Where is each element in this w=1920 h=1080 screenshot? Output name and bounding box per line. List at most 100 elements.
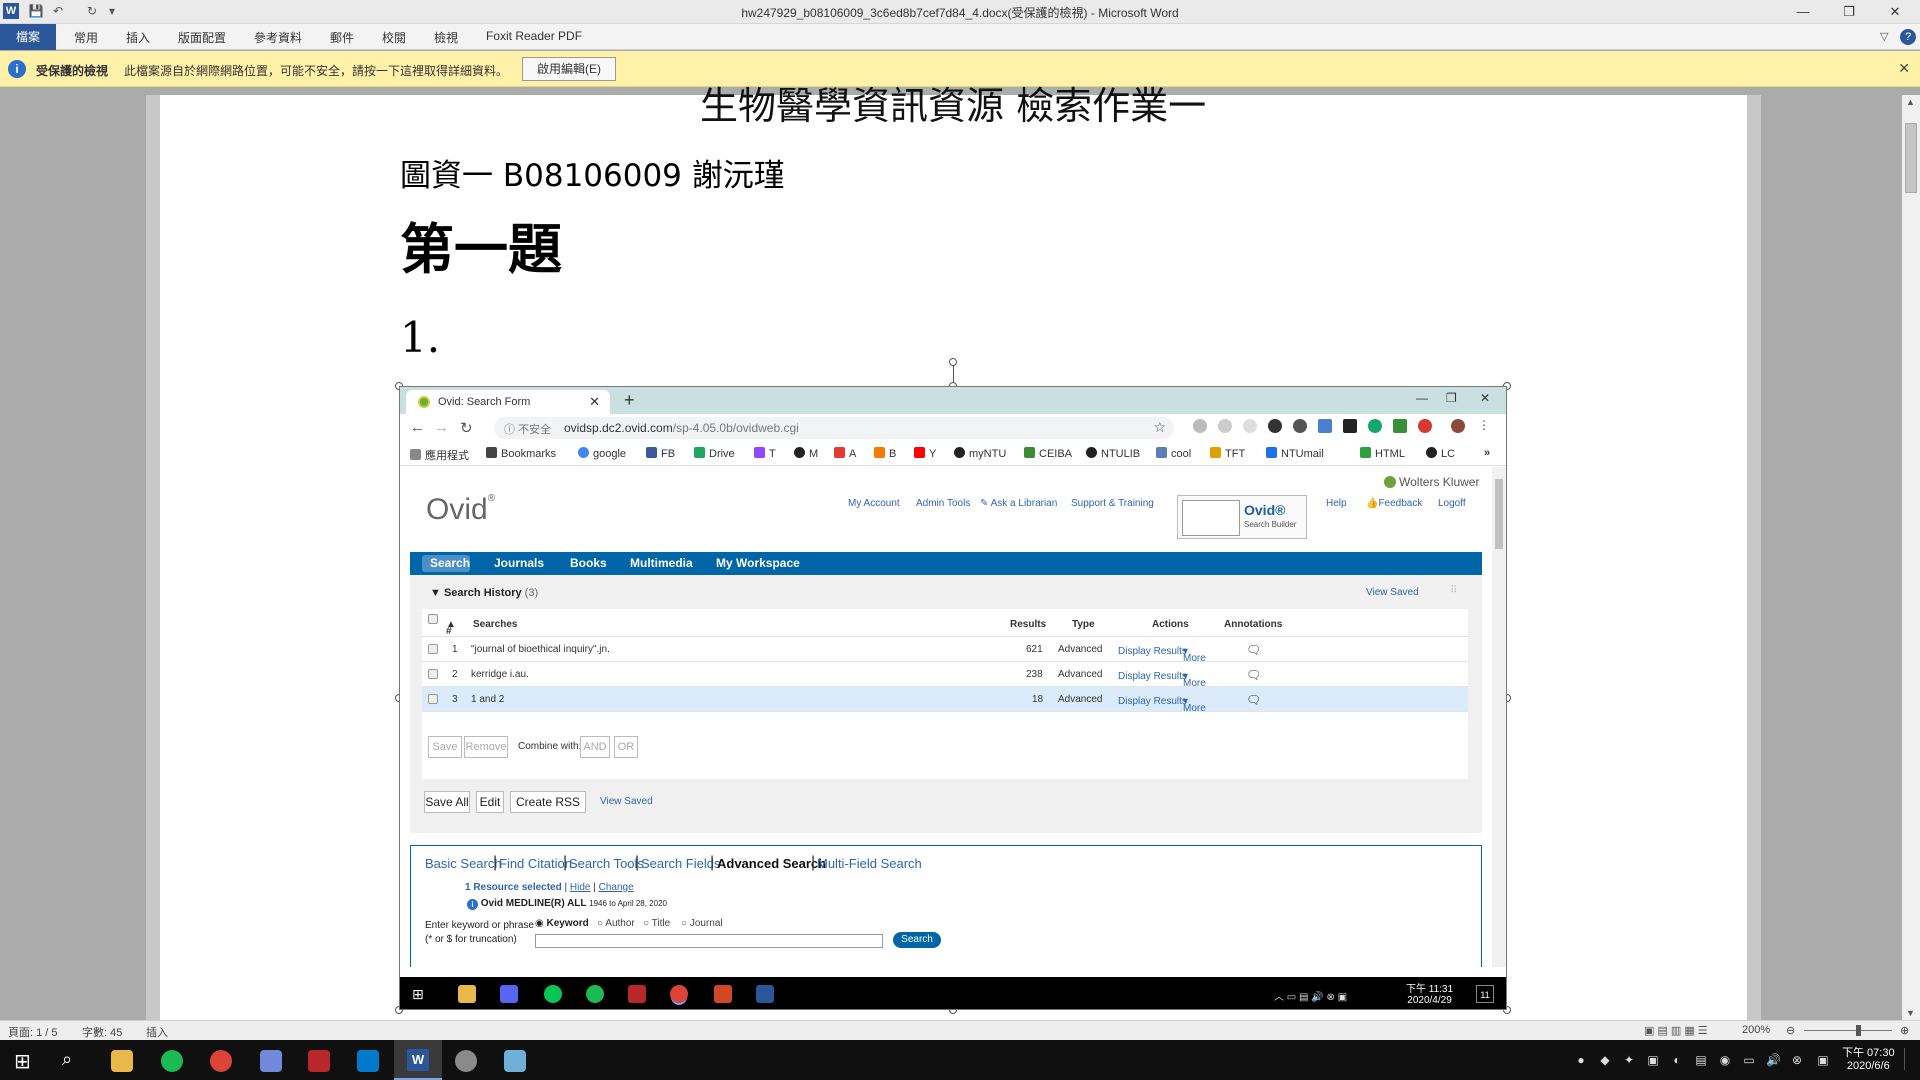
admin-tools-link[interactable]: Admin Tools (916, 498, 970, 509)
bookmark-item[interactable]: T (754, 447, 776, 460)
more-dropdown[interactable]: More ▾ (1183, 646, 1206, 664)
nav-my-workspace[interactable]: My Workspace (716, 556, 800, 570)
change-link[interactable]: Change (599, 882, 634, 893)
volume-icon[interactable]: 🔊 (1766, 1053, 1781, 1067)
rotate-handle[interactable] (949, 358, 957, 366)
view-mode-icons[interactable]: ▣ ▤ ▥ ▦ ☰ (1644, 1024, 1708, 1037)
zoom-slider[interactable] (1804, 1030, 1892, 1031)
line-icon[interactable] (544, 985, 562, 1003)
tab-search-fields[interactable]: Search Fields (641, 856, 720, 871)
my-account-link[interactable]: My Account (848, 498, 900, 509)
url-text[interactable]: ovidsp.dc2.ovid.com/sp-4.05.0b/ovidweb.c… (564, 421, 799, 435)
annotation-icon[interactable]: 🗨 (1246, 643, 1261, 657)
logoff-link[interactable]: Logoff (1438, 498, 1466, 509)
enable-editing-button[interactable]: 啟用編輯(E) (522, 57, 616, 81)
radio-author[interactable]: ○ Author (597, 918, 635, 929)
zoom-level[interactable]: 200% (1742, 1024, 1770, 1036)
support-training-link[interactable]: Support & Training (1071, 498, 1154, 509)
document-scrollbar[interactable]: ▲ ▼ (1902, 95, 1920, 1020)
back-icon[interactable]: ← (410, 419, 425, 436)
search-input[interactable] (535, 934, 883, 948)
search-history-toggle[interactable]: ▼ Search History (3) (430, 587, 538, 599)
close-button[interactable]: ✕ (1872, 0, 1918, 24)
vscode-icon[interactable] (357, 1050, 379, 1072)
tab-advanced-search[interactable]: Advanced Search (717, 856, 826, 871)
edit-button[interactable]: Edit (476, 791, 504, 813)
app-icon[interactable] (628, 985, 646, 1003)
inner-clock[interactable]: 下午 11:31 2020/4/29 (1406, 980, 1453, 1006)
notification-icon[interactable]: 11 (1476, 985, 1494, 1003)
radio-journal[interactable]: ○ Journal (681, 918, 723, 929)
extension-icon[interactable] (1393, 419, 1407, 433)
tab-file[interactable]: 檔案 (0, 24, 56, 50)
save-all-button[interactable]: Save All (424, 791, 470, 813)
drag-handle-icon[interactable]: ⠿ (1450, 585, 1457, 596)
discord-icon[interactable] (260, 1050, 282, 1072)
tray-icon[interactable]: ◐ (1670, 1053, 1684, 1067)
chrome-icon[interactable] (670, 985, 688, 1003)
hide-link[interactable]: Hide (570, 882, 591, 893)
browser-maximize-icon[interactable]: ❐ (1446, 391, 1457, 405)
clock[interactable]: 下午 07:30 2020/6/6 (1842, 1044, 1895, 1072)
tab-multi-field-search[interactable]: Multi-Field Search (817, 856, 922, 871)
extension-icon[interactable] (1293, 419, 1307, 433)
browser-minimize-icon[interactable]: — (1416, 391, 1428, 405)
select-all-checkbox[interactable] (428, 614, 438, 624)
search-button[interactable]: Search (893, 932, 941, 948)
app-icon[interactable] (504, 1050, 526, 1072)
security-indicator[interactable]: ⓘ 不安全 (504, 421, 551, 437)
annotation-icon[interactable]: 🗨 (1246, 693, 1261, 707)
display-results-link[interactable]: Display Results (1118, 646, 1187, 657)
tray-icon[interactable]: ◉ (1718, 1053, 1732, 1067)
extension-icon[interactable] (1243, 419, 1257, 433)
adblock-icon[interactable] (1418, 419, 1432, 433)
profile-avatar[interactable] (1451, 419, 1465, 433)
bookmark-item[interactable]: 應用程式 (410, 447, 469, 463)
ovid-logo[interactable]: Ovid® (426, 493, 495, 527)
windows-start-icon[interactable]: ⊞ (14, 1049, 31, 1074)
word-taskbar-button[interactable]: W (394, 1040, 442, 1080)
scrollbar-thumb[interactable] (1495, 479, 1503, 549)
word-icon[interactable] (756, 985, 774, 1003)
browser-scrollbar[interactable] (1492, 467, 1506, 967)
app-icon[interactable] (308, 1050, 330, 1072)
new-tab-icon[interactable]: + (624, 390, 635, 411)
page-count[interactable]: 頁面: 1 / 5 (8, 1024, 58, 1040)
help-link[interactable]: Help (1326, 498, 1347, 509)
app-icon[interactable] (455, 1050, 477, 1072)
tab-basic-search[interactable]: Basic Search (425, 856, 502, 871)
maximize-button[interactable]: ❐ (1826, 0, 1872, 24)
tray-icons[interactable]: ︿ ▭ ▤ 🔊 ⊗ ▣ (1274, 988, 1347, 1003)
bookmark-item[interactable]: LC (1426, 447, 1455, 460)
tab-foxit[interactable]: Foxit Reader PDF (486, 29, 582, 43)
ribbon-collapse-icon[interactable]: ▽ (1880, 30, 1888, 43)
row-checkbox[interactable] (428, 669, 438, 679)
tab-references[interactable]: 參考資料 (254, 29, 302, 46)
tray-icon[interactable]: ● (1574, 1053, 1588, 1067)
bookmark-item[interactable]: Y (914, 447, 936, 460)
extension-icon[interactable] (1268, 419, 1282, 433)
spotify-icon[interactable] (586, 985, 604, 1003)
more-dropdown[interactable]: More ▾ (1183, 671, 1206, 689)
col-number[interactable]: # ▲ (446, 619, 456, 637)
extension-icon[interactable] (1343, 419, 1357, 433)
extension-icon[interactable] (1218, 419, 1232, 433)
radio-keyword[interactable]: ◉ Keyword (535, 918, 589, 929)
browser-tab[interactable]: Ovid: Search Form ✕ (406, 390, 610, 414)
bookmark-item[interactable]: cool (1156, 447, 1191, 460)
nav-multimedia[interactable]: Multimedia (630, 556, 693, 570)
file-explorer-icon[interactable] (458, 985, 476, 1003)
search-builder-badge[interactable]: Ovid® Search Builder (1177, 495, 1307, 539)
tab-mailings[interactable]: 郵件 (330, 29, 354, 46)
spotify-icon[interactable] (161, 1050, 183, 1072)
windows-start-icon[interactable]: ⊞ (412, 985, 430, 1003)
bookmark-item[interactable]: NTUmail (1266, 447, 1324, 460)
tab-close-icon[interactable]: ✕ (589, 394, 600, 410)
display-results-link[interactable]: Display Results (1118, 671, 1187, 682)
save-button[interactable]: Save (428, 736, 462, 758)
browser-close-icon[interactable]: ✕ (1480, 391, 1490, 405)
tab-layout[interactable]: 版面配置 (178, 29, 226, 46)
nav-journals[interactable]: Journals (494, 556, 544, 570)
extension-icon[interactable] (1368, 419, 1382, 433)
scroll-up-icon[interactable]: ▲ (1906, 97, 1915, 107)
